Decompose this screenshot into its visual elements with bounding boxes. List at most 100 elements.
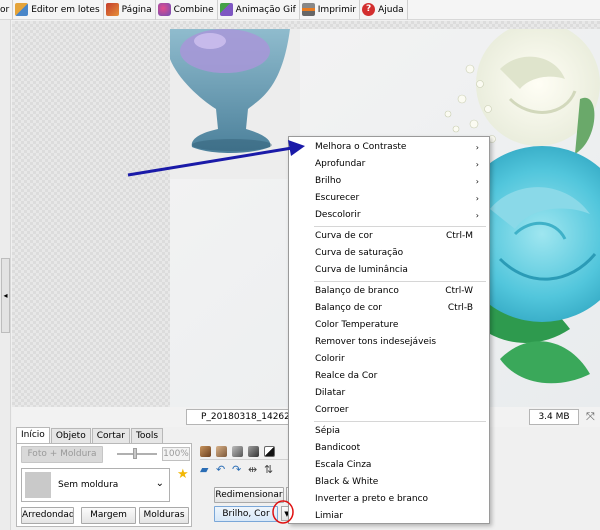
menu-item-label: Realce da Cor [315, 371, 378, 381]
dark-tool-icon[interactable] [248, 446, 259, 457]
toolbar-item-combine[interactable]: Combine [156, 0, 218, 20]
menu-item-label: Dilatar [315, 388, 346, 398]
frame-select[interactable]: Sem moldura ⌄ [21, 468, 170, 502]
zoom-slider-track[interactable] [117, 453, 157, 455]
toolbar-item-page[interactable]: Página [104, 0, 156, 20]
menu-item-realce-da-cor[interactable]: Realce da Cor [289, 368, 489, 385]
tab-objeto[interactable]: Objeto [50, 428, 91, 443]
menu-item-balanco-de-cor[interactable]: Balanço de cor Ctrl-B [289, 300, 489, 317]
menu-item-escurecer[interactable]: Escurecer › [289, 190, 489, 207]
toolbar-item-help[interactable]: ? Ajuda [360, 0, 408, 20]
flip-icon[interactable]: ⇹ [248, 463, 257, 476]
brightness-color-button[interactable]: Brilho, Cor [214, 506, 278, 522]
menu-item-brilho[interactable]: Brilho › [289, 173, 489, 190]
menu-item-sepia[interactable]: Sépia [289, 423, 489, 440]
menu-item-colorir[interactable]: Colorir [289, 351, 489, 368]
menu-item-inverter[interactable]: Inverter a preto e branco [289, 491, 489, 508]
collapse-panel-handle[interactable]: ◂ [1, 258, 10, 333]
menu-item-label: Black & White [315, 477, 379, 487]
photo-frame-button[interactable]: Foto + Moldura [21, 446, 103, 463]
home-tab-panel: Foto + Moldura 100% Sem moldura ⌄ ★ Arre… [16, 443, 192, 527]
open-folder-icon[interactable]: ▰ [200, 463, 208, 476]
toolbar-item-batch-editor[interactable]: Editor em lotes [13, 0, 104, 20]
menu-item-bandicoot[interactable]: Bandicoot [289, 440, 489, 457]
filesize-display: 3.4 MB [529, 409, 579, 425]
fit-screen-icon[interactable]: ⤧ [586, 410, 595, 424]
texture-tool-icon-2[interactable] [216, 446, 227, 457]
quick-tools: ▰ ↶ ↷ ⇹ ⇅ Redimensionar ▼ Brilho, Cor ▼ [194, 443, 298, 527]
rounded-button[interactable]: Arredondado [21, 507, 74, 524]
submenu-arrow-icon: › [475, 177, 479, 186]
menu-item-label: Curva de saturação [315, 248, 404, 258]
batch-editor-icon [15, 3, 29, 16]
menu-item-label: Aprofundar [315, 159, 366, 169]
menu-item-curva-de-luminancia[interactable]: Curva de luminância [289, 262, 489, 279]
menu-item-corroer[interactable]: Corroer [289, 402, 489, 419]
menu-item-balanco-de-branco[interactable]: Balanço de branco Ctrl-W [289, 283, 489, 300]
sort-icon[interactable]: ⇅ [264, 463, 273, 476]
submenu-arrow-icon: › [475, 194, 479, 203]
menu-separator [314, 226, 486, 227]
frames-button[interactable]: Molduras [139, 507, 189, 524]
gray-tool-icon[interactable] [232, 446, 243, 457]
menu-item-label: Limiar [315, 511, 343, 521]
menu-separator [314, 421, 486, 422]
menu-item-remover-tons[interactable]: Remover tons indesejáveis [289, 334, 489, 351]
zoom-slider-thumb[interactable] [133, 448, 137, 459]
resize-button[interactable]: Redimensionar [214, 487, 284, 503]
undo-icon[interactable]: ↶ [216, 463, 225, 476]
submenu-arrow-icon: › [475, 160, 479, 169]
menu-item-label: Corroer [315, 405, 349, 415]
menu-item-label: Melhora o Contraste [315, 142, 407, 152]
help-icon: ? [362, 3, 376, 16]
menu-item-descolorir[interactable]: Descolorir › [289, 207, 489, 224]
tab-inicio[interactable]: Início [16, 427, 50, 444]
menu-separator [314, 281, 486, 282]
toolbar-item-print[interactable]: Imprimir [300, 0, 361, 20]
menu-item-label: Brilho [315, 176, 342, 186]
toolbar-item-label: Combine [173, 4, 214, 15]
brightness-color-menu: Melhora o Contraste › Aprofundar › Brilho ›… [288, 136, 490, 524]
toolbar-item-gif-animation[interactable]: Animação Gif [218, 0, 300, 20]
menu-item-color-temperature[interactable]: Color Temperature [289, 317, 489, 334]
chevron-down-icon: ⌄ [155, 478, 164, 489]
zoom-percent-field[interactable]: 100% [162, 447, 190, 461]
menu-item-label: Escurecer [315, 193, 360, 203]
texture-tool-icon[interactable] [200, 446, 211, 457]
menu-item-black-white[interactable]: Black & White [289, 474, 489, 491]
toolbar-item-label: Animação Gif [235, 4, 296, 15]
frame-thumbnail [25, 472, 51, 498]
toolbar-item-cropped[interactable]: or [0, 0, 14, 20]
tab-tools[interactable]: Tools [130, 428, 164, 443]
combine-icon [157, 3, 171, 16]
menu-item-label: Balanço de branco [315, 286, 399, 296]
contrast-tool-icon[interactable] [264, 446, 275, 457]
menu-item-shortcut: Ctrl-W [445, 286, 473, 296]
menu-item-curva-de-saturacao[interactable]: Curva de saturação [289, 245, 489, 262]
toolbar-item-label: Editor em lotes [31, 4, 100, 15]
menu-item-shortcut: Ctrl-M [445, 231, 473, 241]
favorite-star-icon[interactable]: ★ [177, 467, 189, 482]
menu-item-label: Descolorir [315, 210, 361, 220]
submenu-arrow-icon: › [475, 143, 479, 152]
menu-item-label: Inverter a preto e branco [315, 494, 429, 504]
menu-item-curva-de-cor[interactable]: Curva de cor Ctrl-M [289, 228, 489, 245]
left-side-strip: ◂ [0, 20, 11, 530]
menu-item-aprofundar[interactable]: Aprofundar › [289, 156, 489, 173]
menu-item-label: Remover tons indesejáveis [315, 337, 437, 347]
toolbar-item-label: Página [121, 4, 152, 15]
redo-icon[interactable]: ↷ [232, 463, 241, 476]
menu-item-limiar[interactable]: Limiar [289, 508, 489, 525]
tab-cortar[interactable]: Cortar [91, 428, 130, 443]
toolbar-item-label: or [0, 4, 10, 15]
menu-item-escala-cinza[interactable]: Escala Cinza [289, 457, 489, 474]
gif-animation-icon [219, 3, 233, 16]
menu-item-melhora-contraste[interactable]: Melhora o Contraste › [289, 139, 489, 156]
submenu-arrow-icon: › [475, 211, 479, 220]
menu-item-label: Sépia [315, 426, 340, 436]
menu-item-label: Curva de luminância [315, 265, 408, 275]
menu-item-label: Colorir [315, 354, 345, 364]
margin-button[interactable]: Margem [81, 507, 136, 524]
toolbar-item-label: Imprimir [317, 4, 357, 15]
menu-item-dilatar[interactable]: Dilatar [289, 385, 489, 402]
